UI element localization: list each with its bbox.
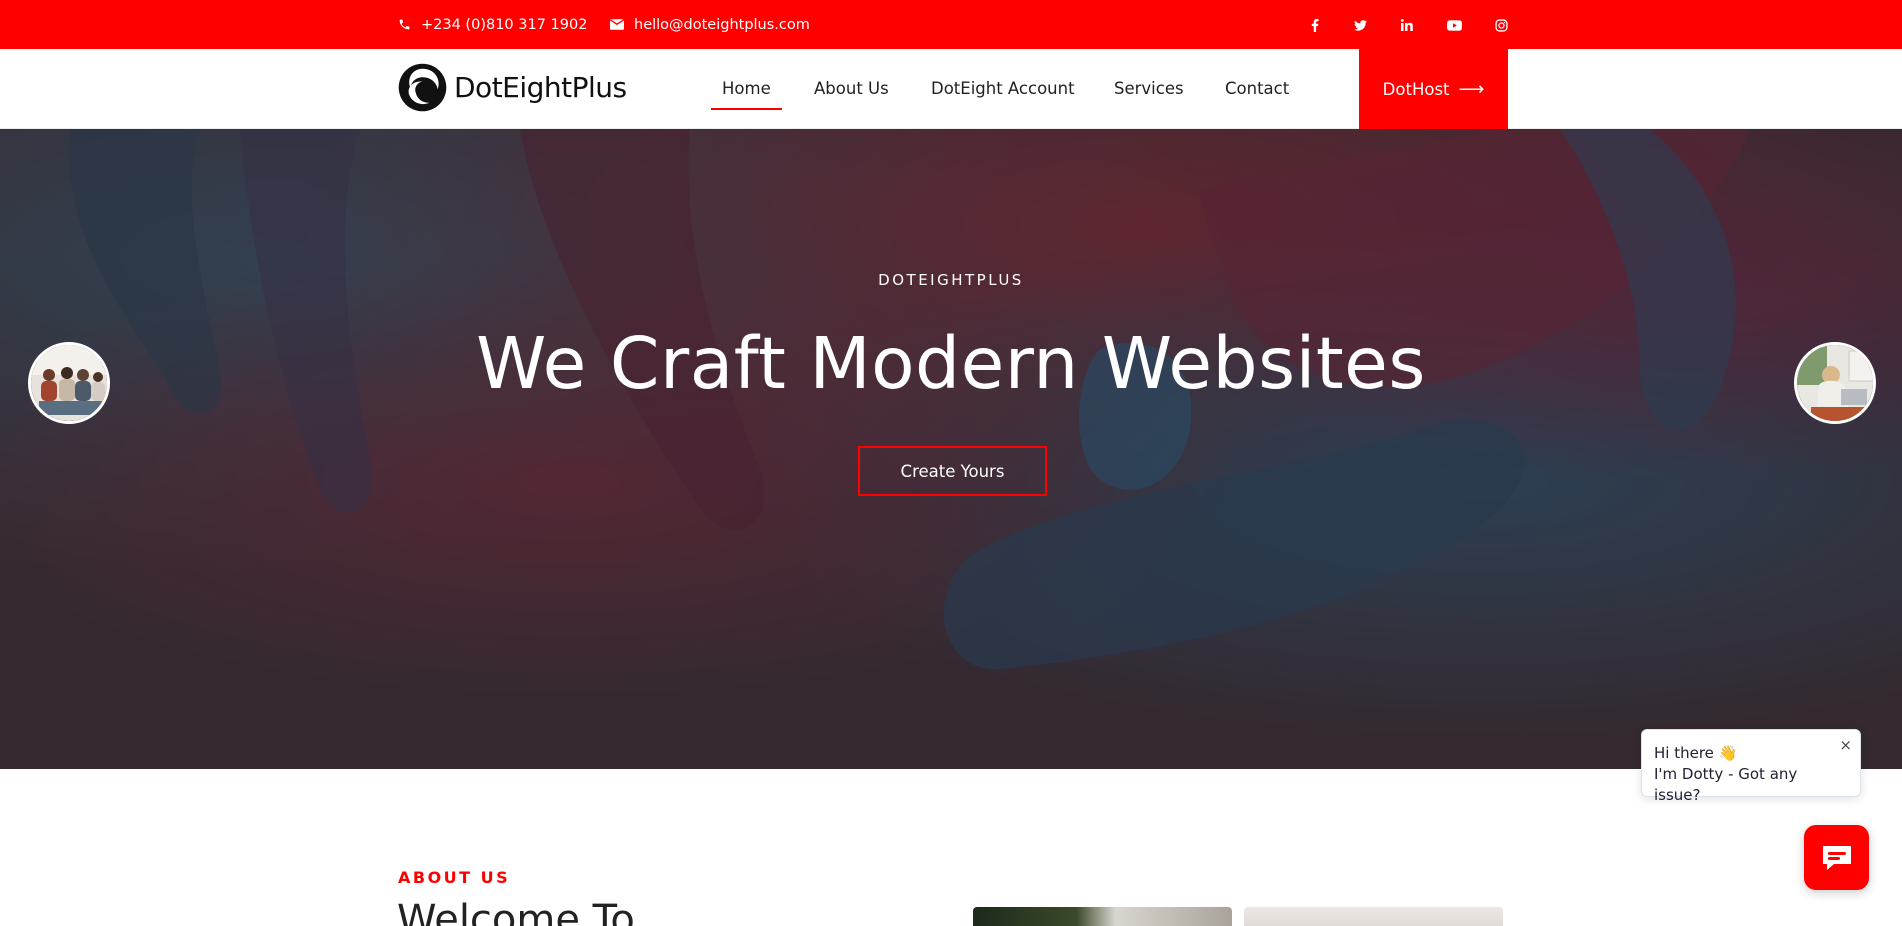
chat-greeting: Hi there 👋 [1654, 744, 1738, 762]
dothost-label: DotHost [1382, 79, 1450, 99]
logo-icon [398, 63, 447, 112]
twitter-icon[interactable] [1349, 14, 1371, 36]
chat-launcher-button[interactable] [1804, 825, 1869, 890]
logo-text: DotEightPlus [454, 71, 627, 104]
arrow-right-icon: ⟶ [1458, 78, 1485, 100]
about-image-2 [1244, 907, 1503, 926]
hero-section: DOTEIGHTPLUS We Craft Modern Websites Cr… [0, 129, 1902, 769]
facebook-icon[interactable] [1304, 14, 1326, 36]
main-header: DotEightPlus Home About Us DotEight Acco… [0, 49, 1902, 129]
chat-message: I'm Dotty - Got any issue? [1654, 765, 1798, 804]
create-yours-button[interactable]: Create Yours [858, 446, 1047, 496]
dothost-button[interactable]: DotHost ⟶ [1359, 49, 1508, 129]
chat-icon [1822, 845, 1851, 870]
hero-title: We Craft Modern Websites [476, 322, 1426, 405]
linkedin-icon[interactable] [1396, 14, 1418, 36]
about-eyebrow: ABOUT US [398, 868, 511, 887]
nav-item-doteight-account[interactable]: DotEight Account [931, 79, 1075, 98]
nav-item-about-us[interactable]: About Us [814, 79, 889, 98]
instagram-icon[interactable] [1490, 14, 1512, 36]
about-title: Welcome To [397, 897, 635, 926]
nav-item-services[interactable]: Services [1114, 79, 1184, 98]
site-logo[interactable]: DotEightPlus [397, 62, 627, 113]
slider-prev-thumbnail[interactable] [28, 342, 110, 424]
about-image-1 [973, 907, 1232, 926]
youtube-icon[interactable] [1443, 14, 1465, 36]
top-bar: +234 (0)810 317 1902 hello@doteightplus.… [0, 0, 1902, 49]
nav-item-contact[interactable]: Contact [1225, 79, 1289, 98]
hero-eyebrow: DOTEIGHTPLUS [878, 271, 1024, 289]
close-icon[interactable]: × [1839, 735, 1852, 756]
slider-next-thumbnail[interactable] [1794, 342, 1876, 424]
nav-item-home[interactable]: Home [711, 79, 782, 110]
chat-greeting-bubble[interactable]: Hi there 👋 I'm Dotty - Got any issue? × [1641, 729, 1861, 804]
social-links [0, 0, 1902, 49]
